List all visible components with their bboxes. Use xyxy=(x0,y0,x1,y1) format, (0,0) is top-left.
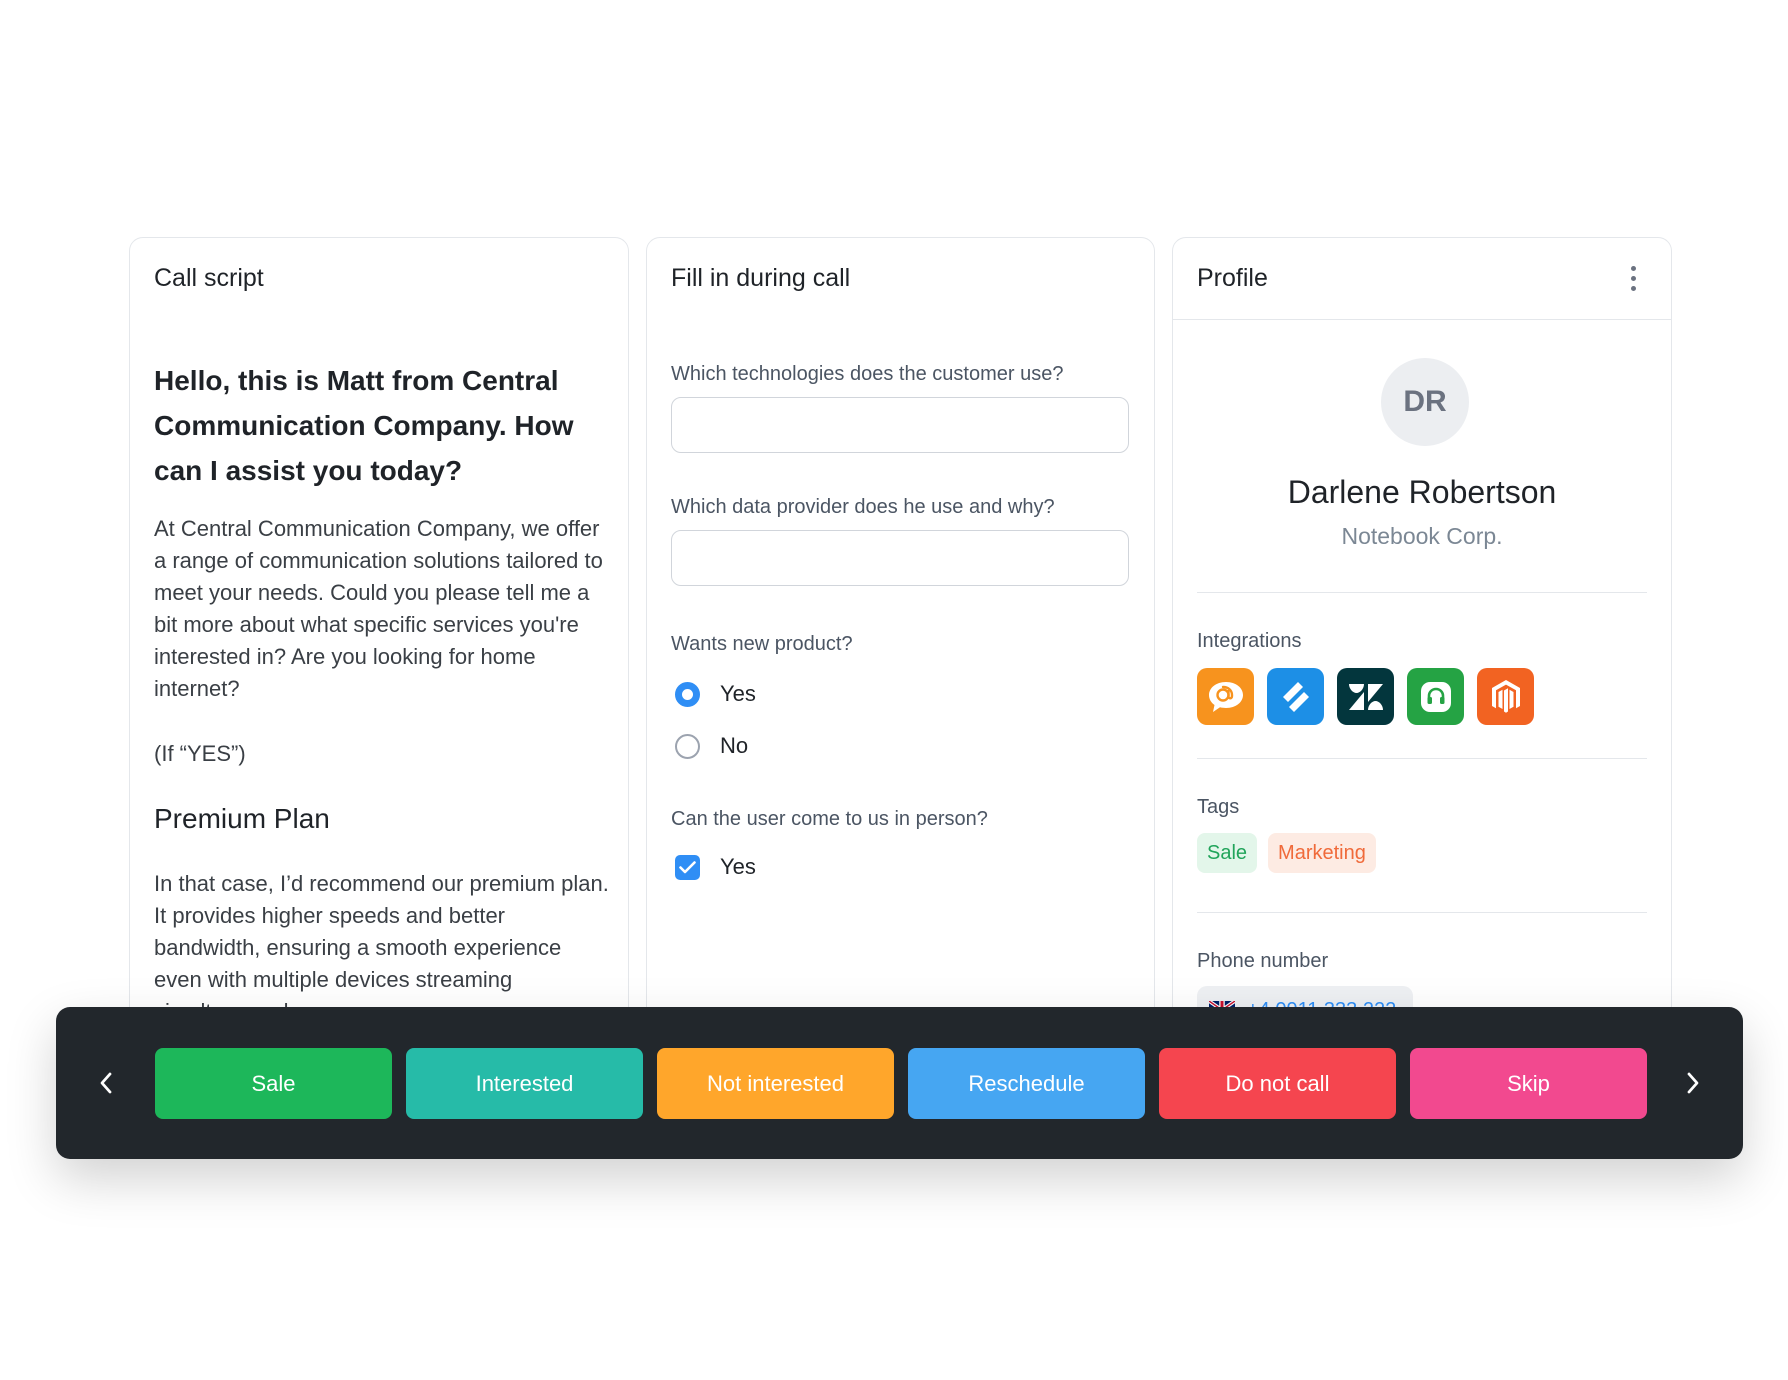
technologies-input[interactable] xyxy=(671,397,1129,453)
contact-name: Darlene Robertson xyxy=(1287,474,1557,510)
call-script-title: Call script xyxy=(154,264,264,292)
integrations-list xyxy=(1197,668,1534,725)
radio-option-no[interactable]: No xyxy=(675,733,748,759)
new-product-label: Wants new product? xyxy=(671,633,853,655)
radio-option-label: Yes xyxy=(720,681,756,706)
tag-sale[interactable]: Sale xyxy=(1197,833,1258,873)
profile-title: Profile xyxy=(1197,264,1268,292)
radio-option-label: No xyxy=(720,733,749,758)
profile-card: Profile DR Darlene Robertson Notebook Co… xyxy=(1172,237,1672,1037)
magento-icon[interactable] xyxy=(1477,668,1534,725)
not-interested-button[interactable]: Not interested xyxy=(657,1048,894,1119)
reschedule-button[interactable]: Reschedule xyxy=(908,1048,1145,1119)
data-provider-input[interactable] xyxy=(671,530,1129,586)
divider xyxy=(1197,758,1647,759)
script-paragraph: At Central Communication Company, we off… xyxy=(154,516,603,701)
divider xyxy=(1197,912,1647,913)
script-paragraph-2: In that case, I’d recommend our premium … xyxy=(154,871,609,1024)
integrations-label: Integrations xyxy=(1197,630,1302,652)
contact-company: Notebook Corp. xyxy=(1341,523,1503,549)
technologies-label: Which technologies does the customer use… xyxy=(671,363,1064,385)
call-outcome-bar: Sale Interested Not interested Reschedul… xyxy=(56,1007,1743,1159)
do-not-call-button[interactable]: Do not call xyxy=(1159,1048,1396,1119)
tags-label: Tags xyxy=(1197,796,1240,818)
checkbox-option-yes[interactable]: Yes xyxy=(675,854,756,880)
sale-button[interactable]: Sale xyxy=(155,1048,392,1119)
radio-selected-icon[interactable] xyxy=(675,681,700,707)
outcome-buttons: Sale Interested Not interested Reschedul… xyxy=(155,1048,1647,1119)
skip-button[interactable]: Skip xyxy=(1410,1048,1647,1119)
radio-option-yes[interactable]: Yes xyxy=(675,681,756,707)
radio-unselected-icon[interactable] xyxy=(675,733,700,759)
more-options-icon[interactable] xyxy=(1631,266,1637,291)
checkbox-option-label: Yes xyxy=(720,854,756,879)
phone-number-label: Phone number xyxy=(1197,950,1329,972)
chevron-left-icon[interactable] xyxy=(82,1059,130,1107)
checkbox-checked-icon[interactable] xyxy=(675,854,700,880)
divider xyxy=(1197,592,1647,593)
script-condition: (If “YES”) xyxy=(154,741,246,766)
headset-icon[interactable] xyxy=(1407,668,1464,725)
chat-at-icon[interactable] xyxy=(1197,668,1254,725)
chevron-right-icon[interactable] xyxy=(1669,1059,1717,1107)
zendesk-icon[interactable] xyxy=(1337,668,1394,725)
data-provider-label: Which data provider does he use and why? xyxy=(671,496,1055,518)
tags-list: Sale Marketing xyxy=(1197,833,1376,873)
call-script-card: Call script Hello, this is Matt from Cen… xyxy=(129,237,629,1037)
in-person-label: Can the user come to us in person? xyxy=(671,808,988,830)
fill-in-title: Fill in during call xyxy=(671,264,851,292)
avatar: DR xyxy=(1381,358,1469,446)
tag-marketing[interactable]: Marketing xyxy=(1268,833,1376,873)
script-greeting-heading: Hello, this is Matt from Central Communi… xyxy=(154,365,574,486)
interested-button[interactable]: Interested xyxy=(406,1048,643,1119)
profile-header-divider xyxy=(1173,319,1671,320)
fill-in-card: Fill in during call Which technologies d… xyxy=(646,237,1155,1037)
helpscout-icon[interactable] xyxy=(1267,668,1324,725)
script-subheading: Premium Plan xyxy=(154,803,330,834)
